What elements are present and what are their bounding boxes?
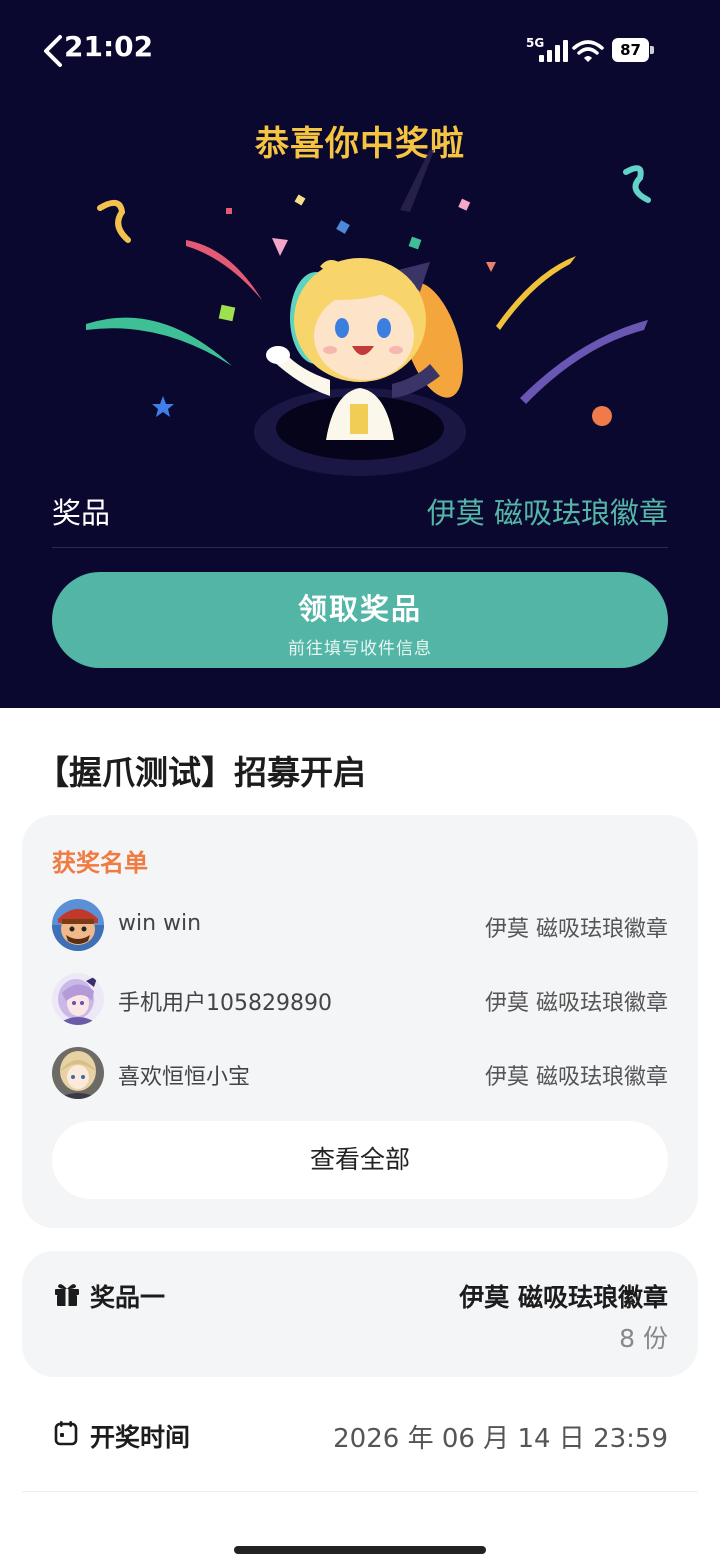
avatar [52, 1047, 104, 1099]
prize-hero: 21:02 5G 87 恭喜你中奖啦 奖品 伊莫 磁吸珐琅徽章 领取奖品 前往填… [0, 0, 720, 708]
view-all-button[interactable]: 查看全部 [52, 1121, 668, 1199]
winner-row[interactable]: win win 伊莫 磁吸珐琅徽章 [52, 899, 668, 953]
prize-one-label: 奖品一 [90, 1283, 166, 1312]
battery-icon: 87 [612, 38, 654, 62]
won-prize-row: 奖品 伊莫 磁吸珐琅徽章 [52, 486, 668, 548]
winner-name: 喜欢恒恒小宝 [118, 1065, 251, 1090]
prize-info-card: 奖品一 伊莫 磁吸珐琅徽章 8 份 [22, 1251, 698, 1377]
status-time: 21:02 [64, 30, 154, 63]
claim-button-subtitle: 前往填写收件信息 [288, 639, 432, 659]
draw-time-row: 开奖时间 2026 年 06 月 14 日 23:59 [22, 1400, 698, 1492]
avatar [52, 899, 104, 951]
draw-time-value: 2026 年 06 月 14 日 23:59 [333, 1424, 668, 1454]
prize-value: 伊莫 磁吸珐琅徽章 [426, 496, 668, 530]
winner-name: win win [118, 911, 202, 936]
claim-button-title: 领取奖品 [297, 592, 422, 626]
prize-one-value: 伊莫 磁吸珐琅徽章 [459, 1283, 668, 1312]
signal-icon [539, 40, 568, 62]
prize-one-count: 8 份 [619, 1324, 668, 1353]
winners-heading: 获奖名单 [52, 849, 148, 877]
winner-prize: 伊莫 磁吸珐琅徽章 [485, 1065, 668, 1090]
winner-row[interactable]: 喜欢恒恒小宝 伊莫 磁吸珐琅徽章 [52, 1047, 668, 1101]
winners-card: 获奖名单 win win 伊莫 磁吸珐琅徽章 手机用户105829890 伊莫 … [22, 815, 698, 1228]
winner-row[interactable]: 手机用户105829890 伊莫 磁吸珐琅徽章 [52, 973, 668, 1027]
status-bar: 21:02 5G 87 [0, 0, 720, 100]
back-arrow-icon[interactable] [40, 34, 66, 68]
claim-prize-button[interactable]: 领取奖品 前往填写收件信息 [52, 572, 668, 668]
draw-time-label: 开奖时间 [90, 1423, 191, 1452]
calendar-icon [54, 1421, 78, 1446]
avatar [52, 973, 104, 1025]
gift-icon [55, 1284, 79, 1306]
winner-prize: 伊莫 磁吸珐琅徽章 [485, 991, 668, 1016]
winner-prize: 伊莫 磁吸珐琅徽章 [485, 917, 668, 942]
event-title: 【握爪测试】招募开启 [36, 753, 366, 792]
prize-label: 奖品 [52, 496, 111, 530]
home-indicator[interactable] [234, 1546, 486, 1554]
battery-level: 87 [612, 38, 649, 62]
wifi-icon [572, 40, 604, 62]
winner-name: 手机用户105829890 [118, 991, 332, 1016]
mascot-illustration [86, 150, 651, 476]
